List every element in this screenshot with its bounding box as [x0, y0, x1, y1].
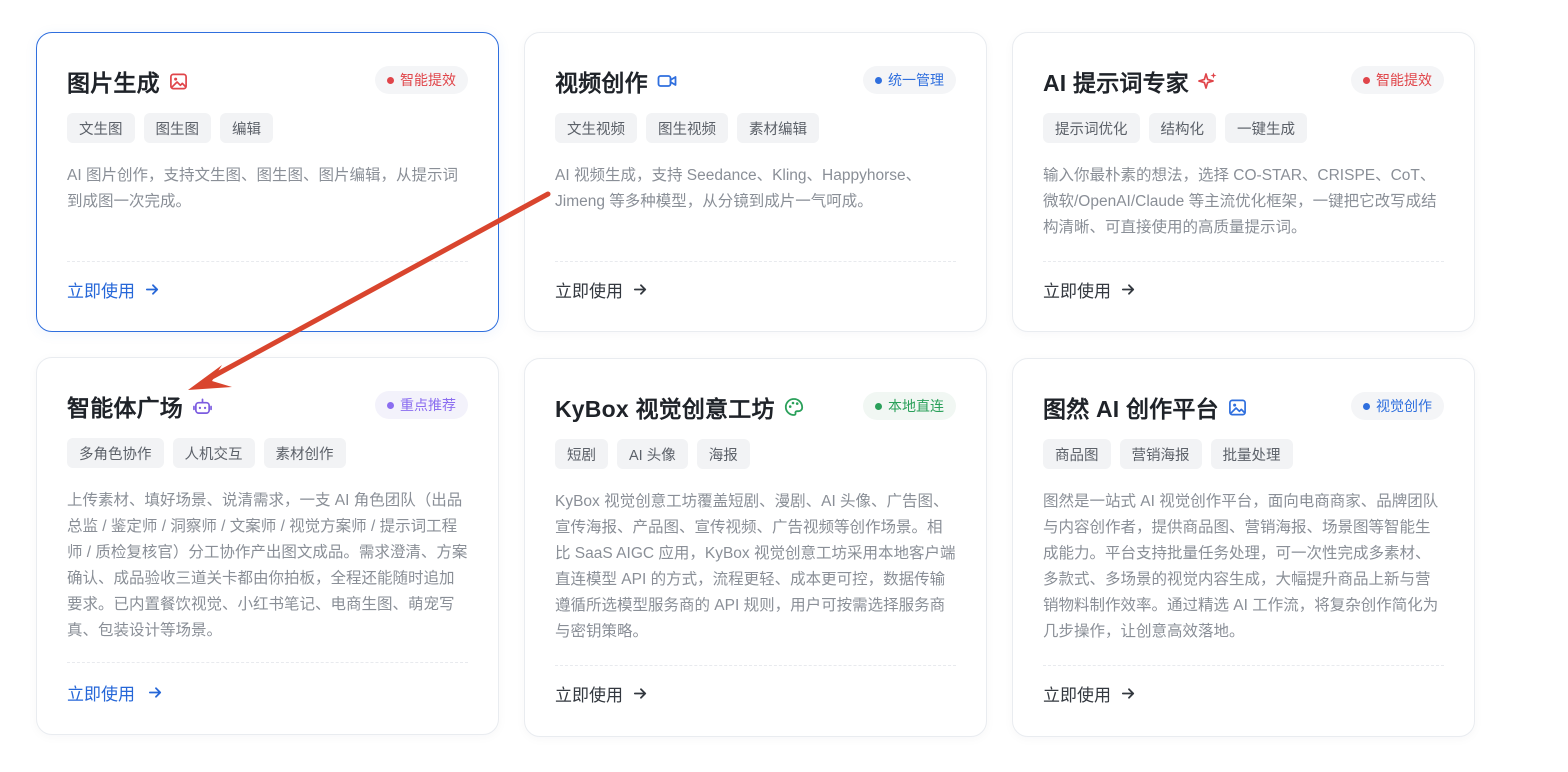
- card-video-creation[interactable]: 视频创作 统一管理 文生视频 图生视频 素材编辑 AI 视频生成，支持 Seed…: [524, 32, 987, 332]
- card-agent-plaza[interactable]: 智能体广场 重点推荐 多角色协作 人机交互 素材创作 上传素材、填好场景、说清需…: [36, 357, 499, 735]
- badge-label: 重点推荐: [400, 397, 456, 413]
- divider: [555, 261, 956, 262]
- use-now-link[interactable]: 立即使用: [555, 681, 649, 705]
- tag-list: 多角色协作 人机交互 素材创作: [67, 438, 346, 468]
- arrow-right-icon: [1120, 685, 1137, 702]
- robot-icon: [192, 396, 212, 416]
- card-title: 图片生成: [67, 70, 160, 96]
- card-kybox-studio[interactable]: KyBox 视觉创意工坊 本地直连 短剧 AI 头像 海报 KyBox 视觉创意…: [524, 358, 987, 737]
- tag: 结构化: [1148, 113, 1216, 143]
- tag: 素材编辑: [737, 113, 819, 143]
- status-badge: 智能提效: [375, 66, 468, 94]
- badge-label: 智能提效: [400, 72, 456, 88]
- use-now-label: 立即使用: [555, 685, 623, 705]
- palette-icon: [784, 397, 804, 417]
- use-now-label: 立即使用: [1043, 685, 1111, 705]
- card-image-generation[interactable]: 图片生成 智能提效 文生图 图生图 编辑 AI 图片创作，支持文生图、图生图、图…: [36, 32, 499, 332]
- image-icon: [169, 71, 189, 91]
- use-now-label: 立即使用: [555, 281, 623, 301]
- tag: 文生图: [67, 113, 135, 143]
- card-description: AI 视频生成，支持 Seedance、Kling、Happyhorse、Jim…: [555, 167, 922, 210]
- status-badge: 重点推荐: [375, 391, 468, 419]
- badge-dot: [387, 76, 394, 84]
- tag: 图生图: [143, 113, 211, 143]
- card-turan-platform[interactable]: 图然 AI 创作平台 视觉创作 商品图 营销海报 批量处理 图然是一站式 AI …: [1012, 358, 1475, 737]
- picture-frame-icon: [1228, 397, 1248, 417]
- status-badge: 本地直连: [863, 392, 956, 420]
- card-description: AI 图片创作，支持文生图、图生图、图片编辑，从提示词到成图一次完成。: [67, 167, 458, 210]
- use-now-link[interactable]: 立即使用: [555, 277, 649, 301]
- tag: 图生视频: [646, 113, 728, 143]
- tag: 提示词优化: [1043, 113, 1140, 143]
- tag-list: 商品图 营销海报 批量处理: [1043, 439, 1293, 469]
- tag-list: 文生图 图生图 编辑: [67, 113, 273, 143]
- divider: [1043, 665, 1444, 666]
- card-description: 上传素材、填好场景、说清需求，一支 AI 角色团队（出品总监 / 鉴定师 / 洞…: [67, 492, 468, 639]
- badge-label: 本地直连: [888, 398, 944, 414]
- tag-list: 提示词优化 结构化 一键生成: [1043, 113, 1307, 143]
- divider: [67, 662, 468, 663]
- tag-list: 短剧 AI 头像 海报: [555, 439, 750, 469]
- status-badge: 统一管理: [863, 66, 956, 94]
- badge-label: 智能提效: [1376, 72, 1432, 88]
- tag: 人机交互: [172, 438, 255, 468]
- tag: 一键生成: [1225, 113, 1307, 143]
- card-title: 智能体广场: [67, 395, 183, 421]
- divider: [555, 665, 956, 666]
- use-now-link[interactable]: 立即使用: [67, 680, 164, 704]
- card-description: KyBox 视觉创意工坊覆盖短剧、漫剧、AI 头像、广告图、宣传海报、产品图、宣…: [555, 493, 956, 640]
- arrow-right-icon: [632, 281, 649, 298]
- badge-dot: [875, 76, 882, 84]
- card-description: 图然是一站式 AI 视觉创作平台，面向电商商家、品牌团队与内容创作者，提供商品图…: [1043, 493, 1439, 640]
- card-prompt-expert[interactable]: AI 提示词专家 智能提效 提示词优化 结构化 一键生成 输入你最朴素的想法，选…: [1012, 32, 1475, 332]
- arrow-right-icon: [147, 684, 164, 701]
- arrow-right-icon: [632, 685, 649, 702]
- arrow-right-icon: [1120, 281, 1137, 298]
- tag: 多角色协作: [67, 438, 164, 468]
- badge-dot: [875, 402, 882, 410]
- status-badge: 视觉创作: [1351, 392, 1444, 420]
- video-camera-icon: [657, 71, 677, 91]
- tag: 素材创作: [263, 438, 346, 468]
- use-now-link[interactable]: 立即使用: [1043, 681, 1137, 705]
- status-badge: 智能提效: [1351, 66, 1444, 94]
- badge-label: 统一管理: [888, 72, 944, 88]
- badge-dot: [1363, 402, 1370, 410]
- use-now-label: 立即使用: [1043, 281, 1111, 301]
- tag: 批量处理: [1210, 439, 1293, 469]
- tag-list: 文生视频 图生视频 素材编辑: [555, 113, 819, 143]
- divider: [67, 261, 468, 262]
- arrow-right-icon: [144, 281, 161, 298]
- tag: 海报: [696, 439, 750, 469]
- badge-dot: [1363, 76, 1370, 84]
- use-now-label: 立即使用: [67, 684, 135, 704]
- badge-label: 视觉创作: [1376, 398, 1432, 414]
- tag: 文生视频: [555, 113, 637, 143]
- card-title: KyBox 视觉创意工坊: [555, 396, 775, 422]
- sparkles-icon: [1198, 71, 1218, 91]
- tag: 短剧: [555, 439, 608, 469]
- card-title: AI 提示词专家: [1043, 70, 1189, 96]
- tag: 编辑: [220, 113, 273, 143]
- use-now-link[interactable]: 立即使用: [67, 277, 161, 301]
- use-now-label: 立即使用: [67, 281, 135, 301]
- tag: 营销海报: [1119, 439, 1202, 469]
- card-description: 输入你最朴素的想法，选择 CO-STAR、CRISPE、CoT、微软/OpenA…: [1043, 167, 1437, 236]
- card-title: 图然 AI 创作平台: [1043, 396, 1219, 422]
- badge-dot: [387, 401, 394, 409]
- tag: 商品图: [1043, 439, 1111, 469]
- card-title: 视频创作: [555, 70, 648, 96]
- divider: [1043, 261, 1444, 262]
- use-now-link[interactable]: 立即使用: [1043, 277, 1137, 301]
- tag: AI 头像: [617, 439, 688, 469]
